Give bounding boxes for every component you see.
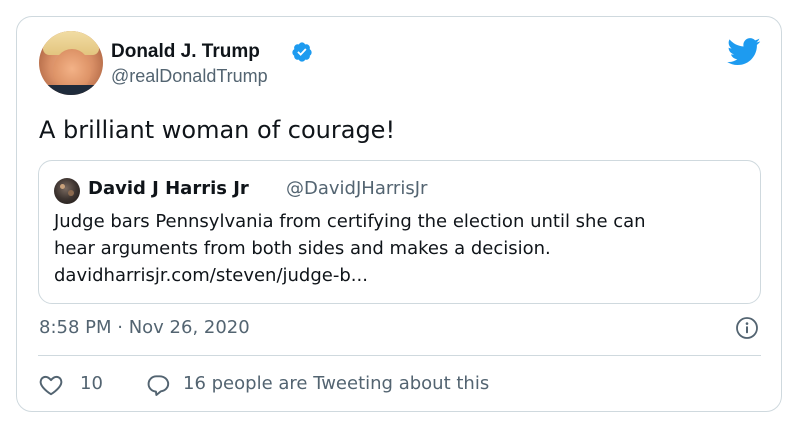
tweet-text: A brilliant woman of courage! — [39, 116, 396, 144]
quoted-tweet[interactable]: David J Harris Jr @DavidJHarrisJr Judge … — [38, 160, 761, 304]
like-count[interactable]: 10 — [80, 373, 103, 394]
tweet-timestamp[interactable]: 8:58 PM · Nov 26, 2020 — [39, 317, 250, 338]
reply-bubble-icon[interactable] — [145, 372, 171, 398]
author-name[interactable]: Donald J. Trump — [111, 41, 260, 63]
quoted-author-name[interactable]: David J Harris Jr — [88, 178, 249, 199]
heart-icon[interactable] — [38, 372, 64, 398]
verified-badge-icon — [292, 42, 312, 62]
quoted-link[interactable]: davidharrisjr.com/steven/judge-b... — [54, 265, 368, 286]
quoted-text-line: Judge bars Pennsylvania from certifying … — [54, 211, 646, 232]
info-icon[interactable] — [735, 316, 759, 340]
quoted-author-avatar[interactable] — [54, 178, 80, 204]
author-handle[interactable]: @realDonaldTrump — [111, 66, 268, 87]
tweet-card: Donald J. Trump @realDonaldTrump A brill… — [16, 16, 782, 412]
quoted-author-handle[interactable]: @DavidJHarrisJr — [286, 178, 427, 199]
quoted-text-line: hear arguments from both sides and makes… — [54, 238, 551, 259]
tweeting-about-link[interactable]: 16 people are Tweeting about this — [183, 373, 489, 394]
divider — [38, 355, 761, 356]
author-avatar[interactable] — [39, 31, 103, 95]
twitter-bird-icon[interactable] — [727, 38, 761, 66]
